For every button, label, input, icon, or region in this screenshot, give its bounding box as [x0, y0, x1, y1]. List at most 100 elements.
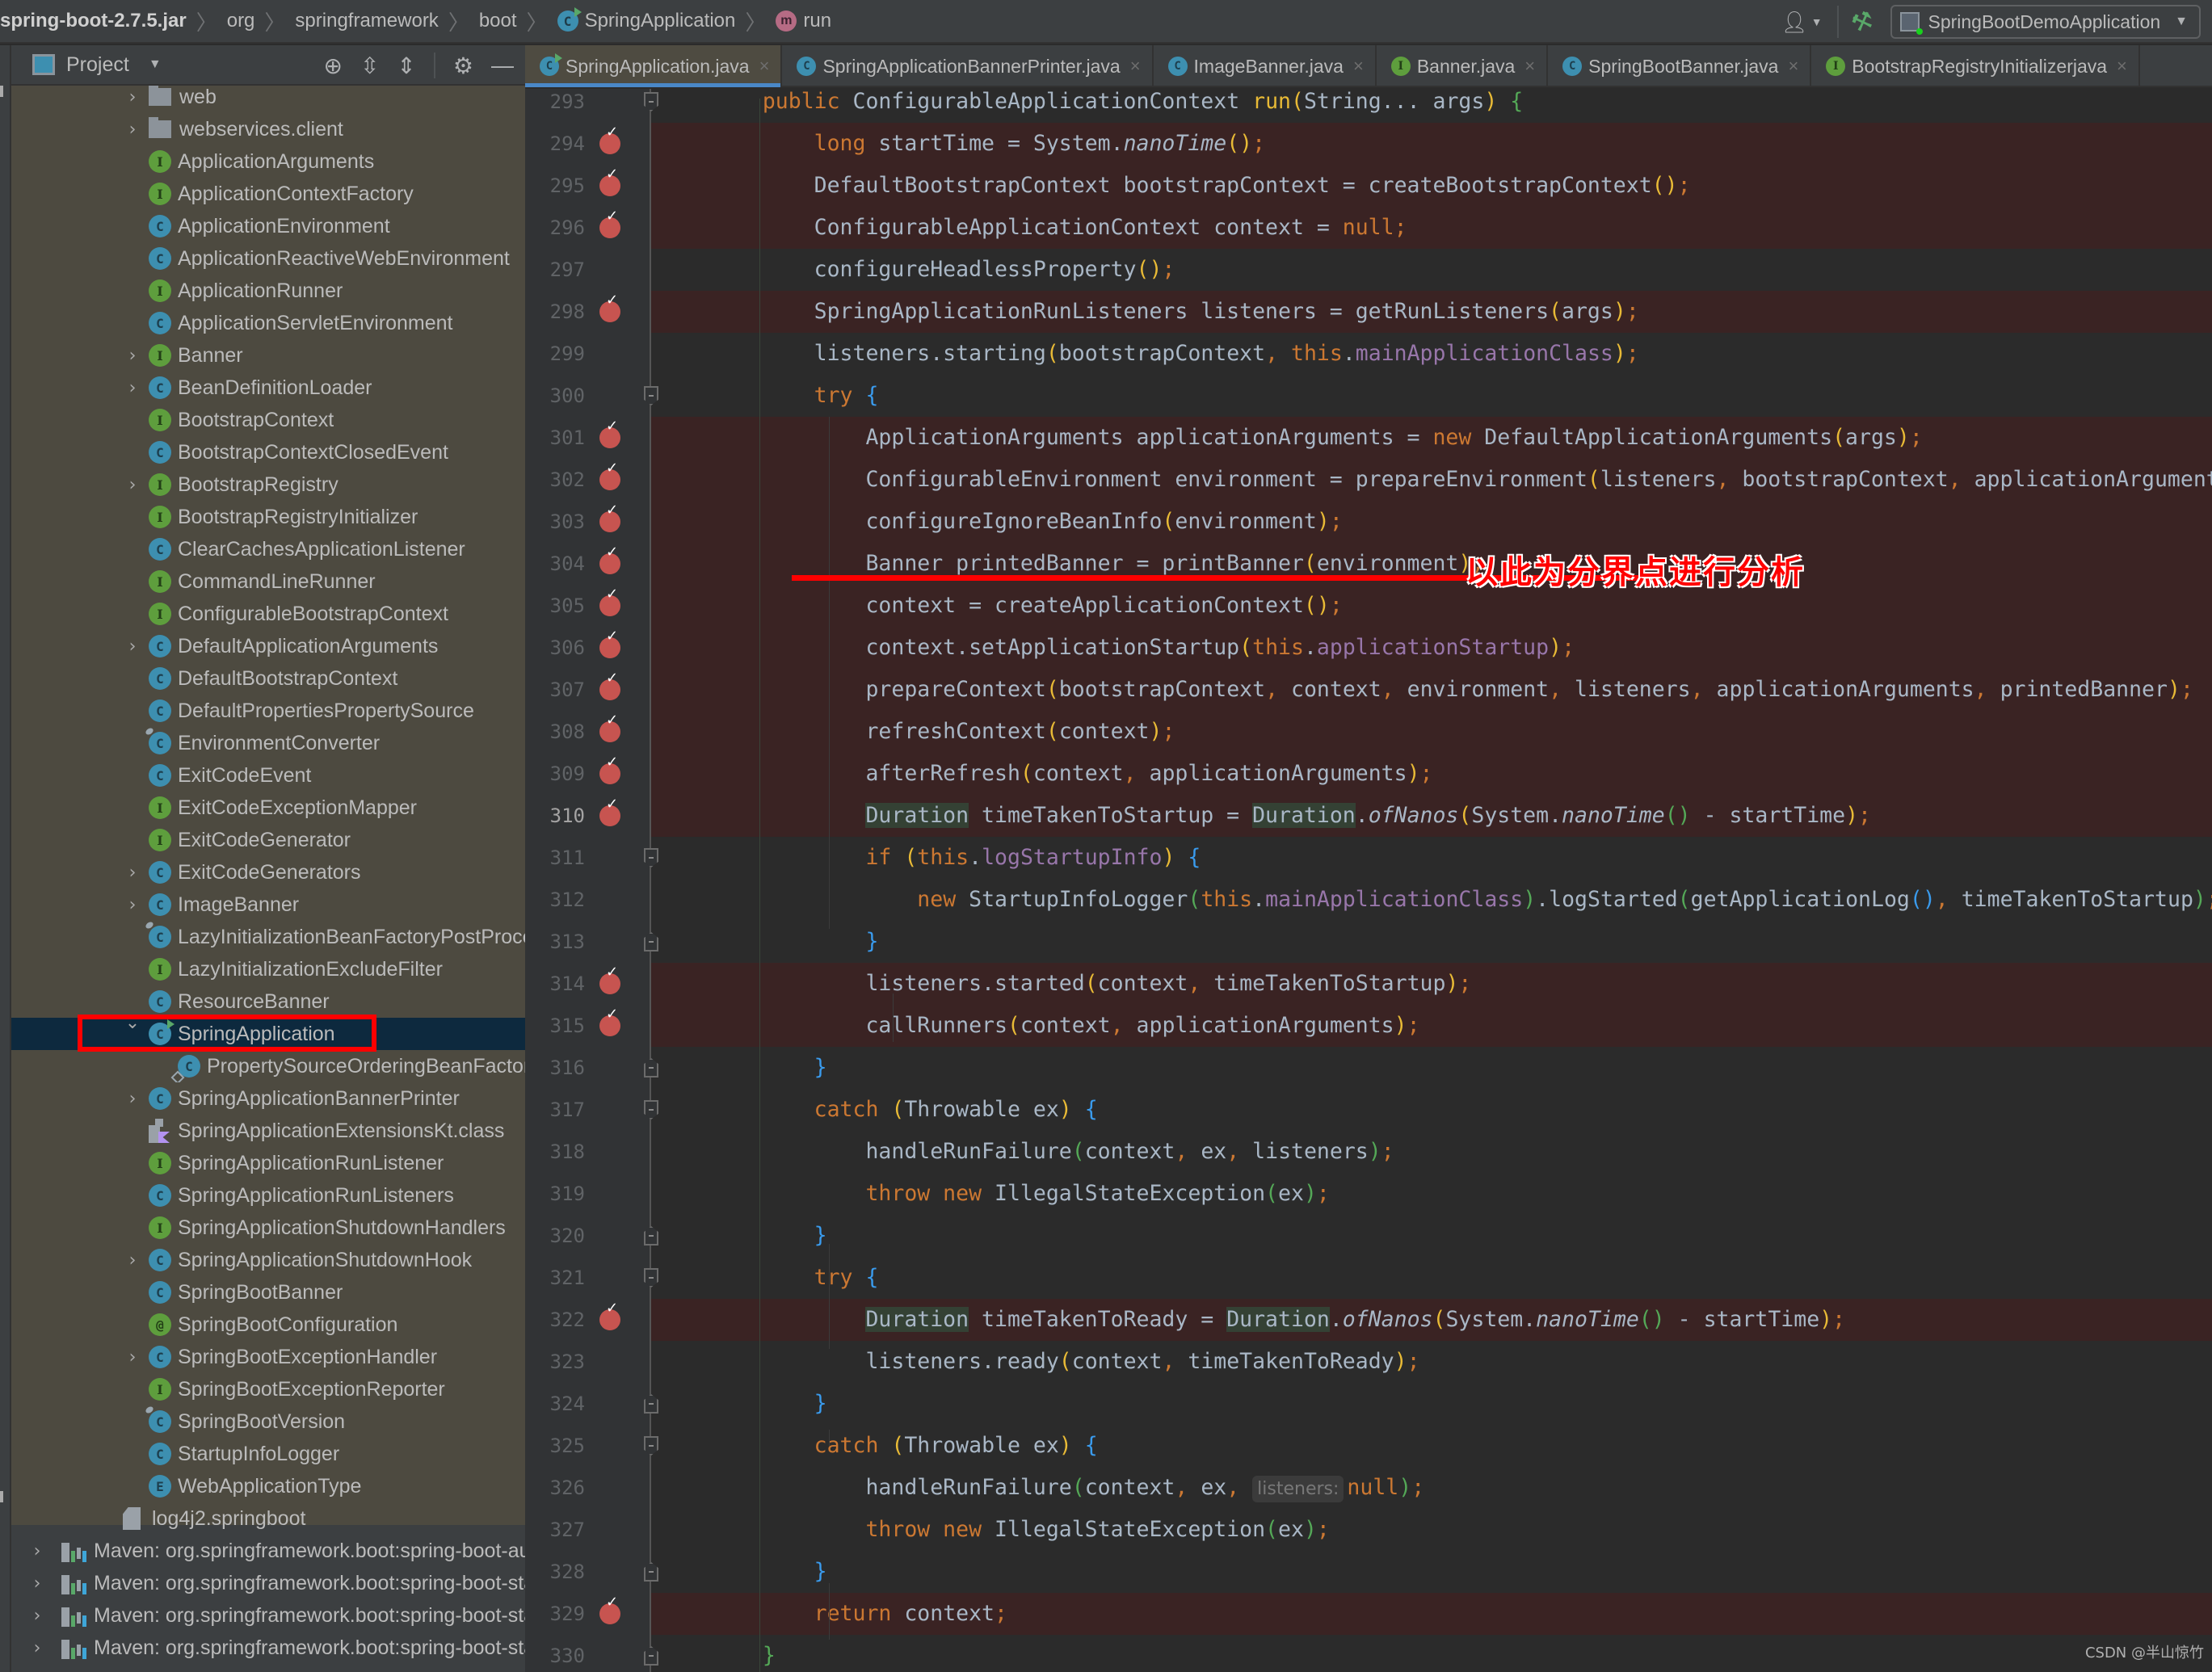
chevron-right-icon[interactable]: › — [124, 1250, 141, 1271]
editor-tab[interactable]: I BootstrapRegistryInitializerjava × — [1811, 45, 2140, 87]
line-number[interactable]: 329 — [525, 1593, 585, 1635]
chevron-right-icon[interactable]: › — [29, 1573, 45, 1594]
tree-item[interactable]: I SpringApplicationShutdownHandlers — [11, 1212, 525, 1244]
breakpoint-icon[interactable] — [599, 796, 620, 826]
chevron-right-icon[interactable]: › — [124, 120, 141, 140]
breakpoint-icon[interactable] — [599, 208, 620, 238]
tree-item[interactable]: I SpringApplicationRunListener — [11, 1147, 525, 1179]
chevron-right-icon[interactable]: › — [124, 475, 141, 495]
code-line[interactable]: 325 catch (Throwable ex) { — [525, 1425, 2212, 1467]
code-line[interactable]: 326 handleRunFailure(context, ex, listen… — [525, 1467, 2212, 1509]
collapse-all-icon[interactable]: ⇕ — [397, 53, 415, 79]
tree-item[interactable]: › C ExitCodeGenerators — [11, 856, 525, 889]
code-line[interactable]: 309 afterRefresh(context, applicationArg… — [525, 753, 2212, 795]
line-number[interactable]: 307 — [525, 669, 585, 711]
line-number[interactable]: 314 — [525, 963, 585, 1005]
breakpoint-icon[interactable] — [599, 628, 620, 658]
line-number[interactable]: 317 — [525, 1089, 585, 1131]
fold-collapse-icon[interactable] — [644, 1436, 658, 1456]
line-number[interactable]: 318 — [525, 1131, 585, 1173]
line-number[interactable]: 323 — [525, 1341, 585, 1383]
breadcrumb-item[interactable]: m run — [776, 0, 831, 43]
chevron-right-icon[interactable]: › — [124, 1089, 141, 1109]
code-line[interactable]: 314 listeners.started(context, timeTaken… — [525, 963, 2212, 1005]
tree-item[interactable]: C SpringApplicationRunListeners — [11, 1179, 525, 1212]
tree-item[interactable]: › Maven: org.springframework.boot:spring-… — [11, 1632, 525, 1664]
line-number[interactable]: 309 — [525, 753, 585, 795]
tree-item[interactable]: › C BeanDefinitionLoader — [11, 372, 525, 404]
line-number[interactable]: 306 — [525, 627, 585, 669]
line-number[interactable]: 311 — [525, 837, 585, 879]
tree-item[interactable]: › Maven: org.springframework.boot:spring-… — [11, 1535, 525, 1567]
tree-item[interactable]: I CommandLineRunner — [11, 565, 525, 598]
editor-tab[interactable]: C SpringApplicationBannerPrinter.java × — [782, 45, 1154, 87]
line-number[interactable]: 301 — [525, 417, 585, 459]
line-number[interactable]: 310 — [525, 795, 585, 837]
expand-all-icon[interactable]: ⇳ — [360, 53, 379, 79]
tree-item[interactable]: › C ImageBanner — [11, 889, 525, 921]
vcs-user-button[interactable]: 👤︎ ▼ — [1781, 10, 1823, 35]
tree-item[interactable]: I ExitCodeGenerator — [11, 824, 525, 856]
editor-tab[interactable]: C SpringBootBanner.java × — [1548, 45, 1812, 87]
code-line[interactable]: 320 } — [525, 1215, 2212, 1257]
breakpoint-icon[interactable] — [599, 712, 620, 742]
tree-item[interactable]: I ConfigurableBootstrapContext — [11, 598, 525, 630]
close-icon[interactable]: × — [1788, 56, 1798, 77]
breakpoint-icon[interactable] — [599, 1594, 620, 1624]
close-icon[interactable]: × — [1524, 56, 1535, 77]
code-line[interactable]: 329 return context; — [525, 1593, 2212, 1635]
line-number[interactable]: 300 — [525, 375, 585, 417]
breakpoint-icon[interactable] — [599, 292, 620, 322]
code-line[interactable]: 327 throw new IllegalStateException(ex); — [525, 1509, 2212, 1551]
breakpoint-icon[interactable] — [599, 544, 620, 574]
code-line[interactable]: 306 context.setApplicationStartup(this.a… — [525, 627, 2212, 669]
code-line[interactable]: 323 listeners.ready(context, timeTakenTo… — [525, 1341, 2212, 1383]
breakpoint-icon[interactable] — [599, 964, 620, 994]
tree-item[interactable]: › C SpringApplicationBannerPrinter — [11, 1082, 525, 1115]
breakpoint-icon[interactable] — [599, 460, 620, 490]
tree-item[interactable]: › web — [11, 86, 525, 113]
code-line[interactable]: 328 } — [525, 1551, 2212, 1593]
fold-collapse-icon[interactable] — [644, 92, 658, 111]
code-line[interactable]: 297 configureHeadlessProperty(); — [525, 249, 2212, 291]
build-hammer-icon[interactable]: ⚒︎ — [1847, 5, 1878, 39]
line-number[interactable]: 320 — [525, 1215, 585, 1257]
code-line[interactable]: 298 SpringApplicationRunListeners listen… — [525, 291, 2212, 333]
chevron-right-icon[interactable]: › — [29, 1606, 45, 1626]
line-number[interactable]: 326 — [525, 1467, 585, 1509]
fold-collapse-icon[interactable] — [644, 848, 658, 868]
chevron-right-icon[interactable]: › — [124, 636, 141, 657]
breakpoint-icon[interactable] — [599, 586, 620, 616]
editor-tab[interactable]: I Banner.java × — [1377, 45, 1549, 87]
code-line[interactable]: 303 configureIgnoreBeanInfo(environment)… — [525, 501, 2212, 543]
tree-item[interactable]: log4j2.springboot — [11, 1502, 525, 1535]
tree-item[interactable]: C ApplicationReactiveWebEnvironment — [11, 242, 525, 275]
chevron-right-icon[interactable]: › — [29, 1638, 45, 1658]
editor-tab[interactable]: C SpringApplication.java × — [525, 45, 783, 87]
code-editor[interactable]: 293 public ConfigurableApplicationContex… — [525, 89, 2212, 1672]
tree-item[interactable]: › C DefaultApplicationArguments — [11, 630, 525, 662]
breakpoint-icon[interactable] — [599, 1006, 620, 1036]
fold-expand-icon[interactable] — [644, 1562, 658, 1582]
line-number[interactable]: 296 — [525, 207, 585, 249]
tree-item[interactable]: C SpringBootVersion — [11, 1405, 525, 1438]
fold-collapse-icon[interactable] — [644, 1100, 658, 1120]
code-line[interactable]: 315 callRunners(context, applicationArgu… — [525, 1005, 2212, 1047]
code-line[interactable]: 319 throw new IllegalStateException(ex); — [525, 1173, 2212, 1215]
tree-item[interactable]: I ApplicationArguments — [11, 145, 525, 178]
line-number[interactable]: 308 — [525, 711, 585, 753]
line-number[interactable]: 325 — [525, 1425, 585, 1467]
code-line[interactable]: 301 ApplicationArguments applicationArgu… — [525, 417, 2212, 459]
tree-item[interactable]: › Maven: org.springframework.boot:spring-… — [11, 1567, 525, 1599]
line-number[interactable]: 297 — [525, 249, 585, 291]
tree-item[interactable]: I SpringBootExceptionReporter — [11, 1373, 525, 1405]
code-line[interactable]: 305 context = createApplicationContext()… — [525, 585, 2212, 627]
tree-item[interactable]: I ApplicationRunner — [11, 275, 525, 307]
tree-item[interactable]: C PropertySourceOrderingBeanFactoryPostPr… — [11, 1050, 525, 1082]
line-number[interactable]: 303 — [525, 501, 585, 543]
code-line[interactable]: 311 if (this.logStartupInfo) { — [525, 837, 2212, 879]
chevron-right-icon[interactable]: › — [124, 87, 141, 107]
code-line[interactable]: 308 refreshContext(context); — [525, 711, 2212, 753]
tree-item[interactable]: I BootstrapRegistryInitializer — [11, 501, 525, 533]
chevron-down-icon[interactable]: ▼ — [149, 57, 162, 72]
